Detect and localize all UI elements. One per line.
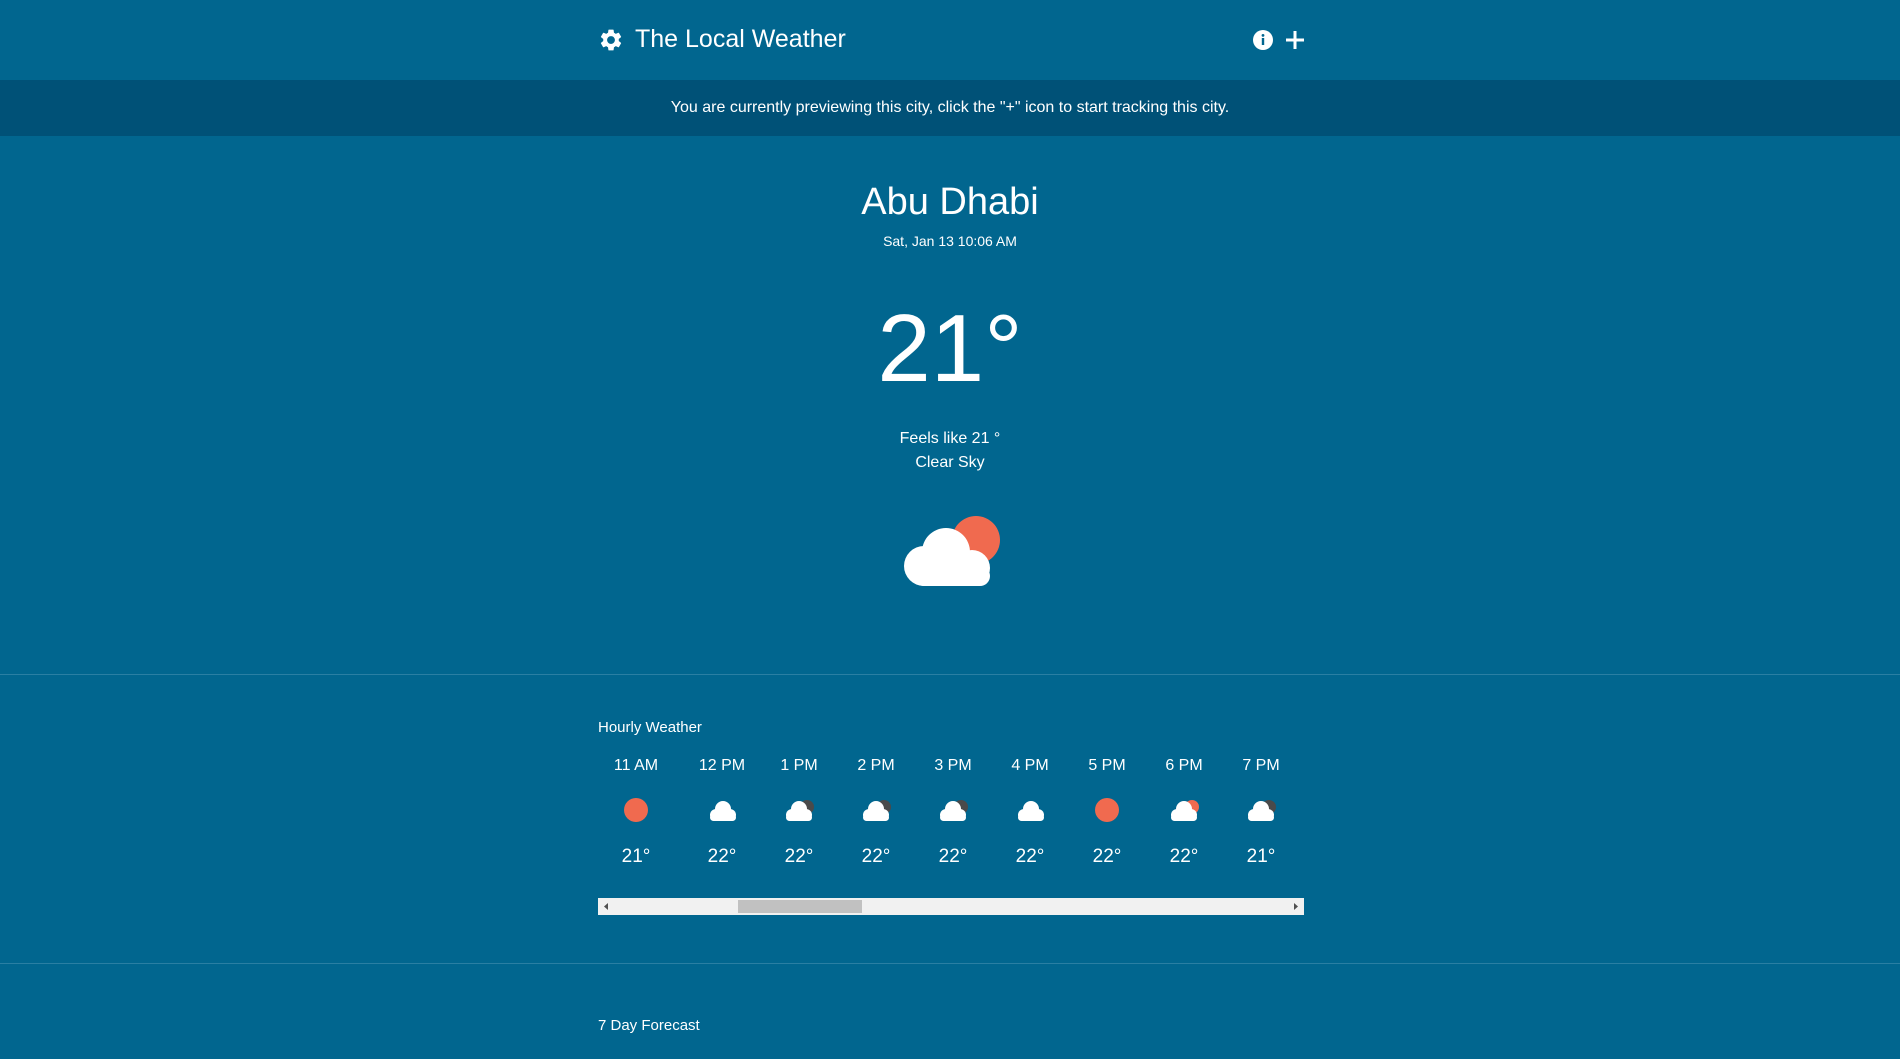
- hourly-list: 11 AM 21° 12 PM 22° 1 PM 22° 2 PM 22° 3 PM 22° 4 P…: [598, 756, 1304, 867]
- hourly-weather: Hourly Weather 11 AM 21° 12 PM 22° 1 PM 22° 2 …: [598, 718, 1304, 915]
- hour-temperature: 22°: [1092, 846, 1122, 867]
- cloud-moon-icon: [786, 800, 814, 821]
- cloud-sun-icon: [1171, 800, 1199, 821]
- cloud-moon-icon: [863, 800, 891, 821]
- hour-temperature: 22°: [938, 846, 968, 867]
- hourly-item: 12 PM 22°: [684, 756, 760, 867]
- forecast-title: 7 Day Forecast: [598, 1017, 700, 1034]
- hour-time: 5 PM: [1088, 757, 1126, 774]
- section-divider: [0, 674, 1900, 675]
- hour-temperature: 22°: [1015, 846, 1045, 867]
- info-icon[interactable]: [1252, 29, 1274, 51]
- scroll-right-icon[interactable]: [1287, 898, 1304, 915]
- feels-like: Feels like 21 °: [899, 430, 1001, 447]
- header-inner: The Local Weather: [598, 0, 1304, 80]
- weather-condition: Clear Sky: [915, 454, 985, 471]
- scroll-thumb[interactable]: [738, 900, 862, 913]
- hour-time: 7 PM: [1242, 757, 1280, 774]
- scroll-left-icon[interactable]: [598, 898, 615, 915]
- cloud-moon-icon: [940, 800, 968, 821]
- hourly-item: 3 PM 22°: [915, 756, 991, 867]
- app-header: The Local Weather: [0, 0, 1900, 80]
- hourly-item: 5 PM 22°: [1069, 756, 1145, 867]
- partly-cloudy-day-icon: [904, 516, 1000, 586]
- plus-icon[interactable]: [1284, 29, 1306, 51]
- cloud-icon: [1018, 801, 1044, 821]
- hourly-item: 11 AM 21°: [598, 756, 674, 867]
- hour-temperature: 21°: [621, 846, 651, 867]
- hour-temperature: 22°: [707, 846, 737, 867]
- hour-time: 3 PM: [934, 757, 972, 774]
- hour-temperature: 22°: [784, 846, 814, 867]
- hour-time: 6 PM: [1165, 757, 1203, 774]
- hourly-item: 4 PM 22°: [992, 756, 1068, 867]
- hour-time: 1 PM: [780, 757, 818, 774]
- gear-icon[interactable]: [598, 27, 624, 53]
- hourly-item: 6 PM 22°: [1146, 756, 1222, 867]
- hour-temperature: 21°: [1246, 846, 1276, 867]
- hour-time: 11 AM: [613, 757, 659, 774]
- current-temperature: 21°: [877, 295, 1023, 402]
- hourly-item: 7 PM 21°: [1223, 756, 1299, 867]
- hourly-item: 1 PM 22°: [761, 756, 837, 867]
- cloud-moon-icon: [1248, 800, 1276, 821]
- city-name: Abu Dhabi: [861, 181, 1039, 223]
- app-title: The Local Weather: [635, 25, 846, 53]
- cloud-icon: [710, 801, 736, 821]
- hour-time: 4 PM: [1011, 757, 1049, 774]
- current-datetime: Sat, Jan 13 10:06 AM: [883, 233, 1017, 249]
- sun-icon: [624, 798, 648, 822]
- hourly-title: Hourly Weather: [598, 719, 702, 736]
- preview-banner: You are currently previewing this city, …: [0, 80, 1900, 136]
- current-weather: Abu Dhabi Sat, Jan 13 10:06 AM 21° Feels…: [0, 136, 1900, 674]
- hour-time: 12 PM: [698, 757, 746, 774]
- hour-time: 2 PM: [857, 757, 895, 774]
- hour-temperature: 22°: [1169, 846, 1199, 867]
- sun-icon: [1095, 798, 1119, 822]
- hour-temperature: 22°: [861, 846, 891, 867]
- section-divider: [0, 963, 1900, 964]
- hourly-item: 2 PM 22°: [838, 756, 914, 867]
- hourly-scrollbar[interactable]: [598, 898, 1304, 915]
